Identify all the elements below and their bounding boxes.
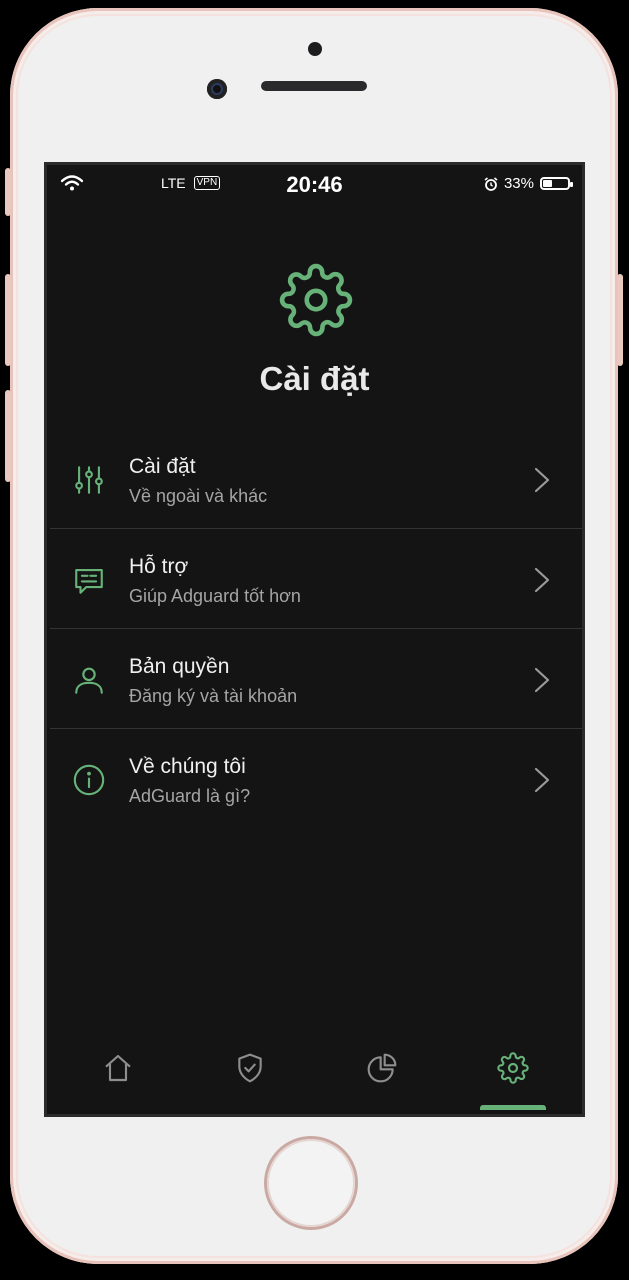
silent-switch [5, 168, 11, 216]
chat-icon [75, 569, 103, 594]
menu-item-about[interactable]: Về chúng tôi AdGuard là gì? [50, 729, 582, 829]
chevron-right-icon [534, 667, 550, 693]
status-bar: LTE VPN 20:46 33% [47, 165, 582, 207]
chevron-right-icon [534, 567, 550, 593]
menu-item-subtitle: AdGuard là gì? [129, 786, 251, 806]
tab-bar [47, 1036, 582, 1114]
tab-home[interactable] [85, 1052, 151, 1110]
pie-chart-icon [367, 1053, 397, 1083]
earpiece-speaker [261, 81, 367, 91]
chevron-right-icon [534, 467, 550, 493]
user-icon [75, 667, 103, 694]
active-tab-indicator [480, 1105, 546, 1110]
menu-item-subtitle: Về ngoài và khác [129, 486, 268, 506]
page-title: Cài đặt [259, 360, 370, 397]
volume-down-button [5, 390, 11, 482]
status-right: 33% [484, 175, 573, 192]
front-camera [207, 79, 227, 99]
menu-item-settings[interactable]: Cài đặt Về ngoài và khác [50, 429, 582, 529]
home-icon [105, 1054, 131, 1082]
proximity-sensor [308, 42, 322, 56]
shield-check-icon [238, 1053, 262, 1083]
menu-item-support[interactable]: Hỗ trợ Giúp Adguard tốt hơn [50, 529, 582, 629]
menu-item-license[interactable]: Bản quyền Đăng ký và tài khoản [50, 629, 582, 729]
power-button [617, 274, 623, 366]
gear-icon [497, 1052, 529, 1084]
menu-item-title: Bản quyền [129, 655, 230, 678]
settings-menu: Cài đặt Về ngoài và khác Hỗ trợ Giúp Adg… [50, 429, 582, 829]
home-button[interactable] [267, 1139, 355, 1227]
tab-settings[interactable] [480, 1052, 546, 1110]
menu-item-subtitle: Đăng ký và tài khoản [129, 686, 298, 706]
chevron-right-icon [534, 767, 550, 793]
battery-percent: 33% [503, 175, 534, 192]
sliders-icon [75, 466, 103, 494]
menu-item-title: Hỗ trợ [129, 555, 189, 578]
menu-item-title: Về chúng tôi [129, 755, 246, 778]
alarm-icon [484, 176, 498, 191]
info-icon [73, 764, 105, 796]
battery-icon [540, 177, 573, 190]
gear-icon [279, 263, 353, 337]
volume-up-button [5, 274, 11, 366]
tab-protection[interactable] [217, 1052, 283, 1110]
menu-item-subtitle: Giúp Adguard tốt hơn [129, 586, 301, 606]
tab-activity[interactable] [349, 1052, 415, 1110]
screen: LTE VPN 20:46 33% Cài đặt Cài đặt Về ngo… [44, 162, 585, 1117]
menu-item-title: Cài đặt [129, 455, 196, 478]
battery-level [543, 180, 552, 187]
